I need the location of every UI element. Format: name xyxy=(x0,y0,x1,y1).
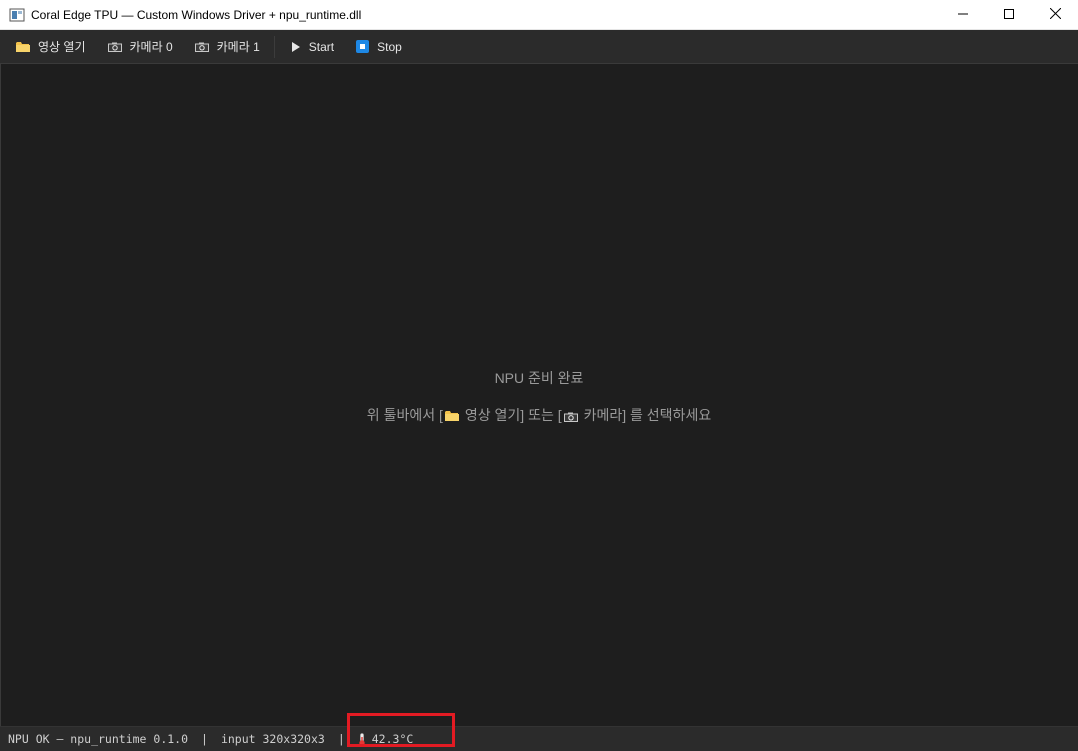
stop-icon xyxy=(356,40,370,53)
status-separator: | xyxy=(201,732,208,746)
camera-icon xyxy=(563,409,578,425)
video-view[interactable]: NPU 준비 완료 위 툴바에서 [ 영상 열기] 또는 [ 카메라] 를 선택하세… xyxy=(0,64,1078,726)
folder-icon xyxy=(444,409,459,425)
minimize-button[interactable] xyxy=(940,0,986,30)
camera-1-button[interactable]: 카메라 1 xyxy=(189,34,266,60)
minimize-icon xyxy=(958,6,968,24)
start-button[interactable]: Start xyxy=(285,34,340,60)
hint-prefix: 위 툴바에서 [ xyxy=(366,407,443,423)
camera-0-button[interactable]: 카메라 0 xyxy=(102,34,179,60)
title-bar[interactable]: Coral Edge TPU — Custom Windows Driver +… xyxy=(0,0,1078,30)
app-window: Coral Edge TPU — Custom Windows Driver +… xyxy=(0,0,1078,751)
status-separator: | xyxy=(337,732,345,746)
camera-icon xyxy=(194,42,209,52)
window-app-icon xyxy=(9,7,25,23)
camera-1-label: 카메라 1 xyxy=(216,40,260,54)
npu-ready-message: NPU 준비 완료 xyxy=(494,370,584,386)
left-border xyxy=(0,64,1,726)
window-controls xyxy=(940,0,1078,30)
close-button[interactable] xyxy=(1032,0,1078,30)
hint-open: 영상 열기] 또는 [ xyxy=(464,407,562,423)
maximize-button[interactable] xyxy=(986,0,1032,30)
toolbar-separator xyxy=(273,35,275,58)
close-icon xyxy=(1049,6,1061,24)
open-video-label: 영상 열기 xyxy=(38,40,86,54)
camera-icon xyxy=(107,42,122,52)
window-title: Coral Edge TPU — Custom Windows Driver +… xyxy=(31,7,362,22)
stop-button[interactable]: Stop xyxy=(350,34,408,60)
status-bar: NPU OK — npu_runtime 0.1.0 | input 320x3… xyxy=(0,726,1078,751)
open-video-button[interactable]: 영상 열기 xyxy=(10,34,92,60)
npu-status-text: NPU OK — npu_runtime 0.1.0 xyxy=(8,732,189,746)
temperature-highlight-box xyxy=(347,713,455,747)
input-shape-text: input 320x320x3 xyxy=(220,732,325,746)
hint-camera: 카메라] 를 선택하세요 xyxy=(583,407,712,423)
play-icon xyxy=(291,41,301,52)
usage-hint: 위 툴바에서 [ 영상 열기] 또는 [ 카메라] 를 선택하세요 xyxy=(0,405,1078,425)
stop-label: Stop xyxy=(377,39,402,54)
camera-0-label: 카메라 0 xyxy=(129,40,173,54)
folder-icon xyxy=(16,41,30,53)
maximize-icon xyxy=(1004,6,1014,24)
toolbar: 영상 열기 카메라 0 카메라 1 Start Stop xyxy=(0,30,1078,64)
start-label: Start xyxy=(308,39,335,54)
